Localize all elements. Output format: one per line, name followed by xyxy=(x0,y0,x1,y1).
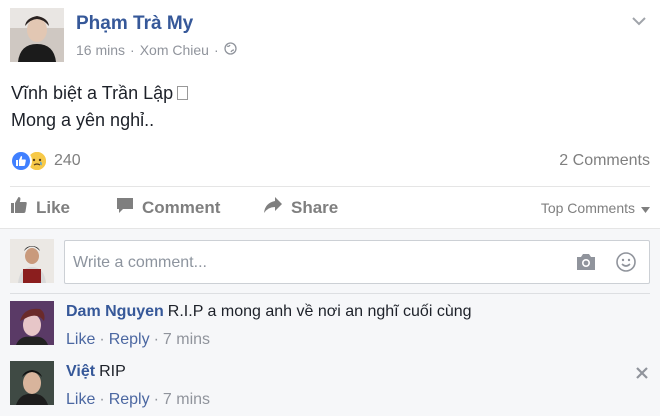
comment-action-separator: · xyxy=(99,391,105,408)
reactions-summary[interactable]: 240 xyxy=(10,150,81,172)
comments-count-link[interactable]: 2 Comments xyxy=(559,152,650,170)
smiley-icon[interactable] xyxy=(615,251,637,278)
comment-like-link[interactable]: Like xyxy=(66,391,95,408)
post-text: Vĩnh biệt a Trần Lập Mong a yên nghỉ.. xyxy=(11,80,189,134)
reaction-count[interactable]: 240 xyxy=(54,152,81,170)
comment-reply-link[interactable]: Reply xyxy=(109,331,150,348)
post-card: Phạm Trà My 16 mins · Xom Chieu · Vĩnh b… xyxy=(0,0,660,416)
author-name[interactable]: Phạm Trà My xyxy=(76,13,193,35)
speech-bubble-icon xyxy=(116,196,134,219)
post-meta: 16 mins · Xom Chieu · xyxy=(76,42,237,58)
like-button[interactable]: Like xyxy=(10,196,70,219)
comment-input[interactable] xyxy=(73,252,553,274)
comment-reply-link[interactable]: Reply xyxy=(109,391,150,408)
comment-button[interactable]: Comment xyxy=(116,196,220,219)
chevron-down-icon[interactable] xyxy=(630,12,648,30)
commenter-name[interactable]: Việt xyxy=(66,363,95,380)
comment-action-separator: · xyxy=(153,331,159,348)
thumbs-up-icon xyxy=(10,196,28,219)
post-location[interactable]: Xom Chieu xyxy=(140,42,209,58)
comment-like-link[interactable]: Like xyxy=(66,331,95,348)
post-actions: Like Comment Share Top Comments xyxy=(10,196,650,220)
comment-line: Dam Nguyen R.I.P a mong anh về nơi an ngh… xyxy=(66,303,472,321)
meta-separator-2: · xyxy=(213,42,219,58)
share-label: Share xyxy=(291,197,339,217)
close-icon[interactable] xyxy=(634,365,650,381)
comment-action-separator: · xyxy=(153,391,159,408)
commenter-name[interactable]: Dam Nguyen xyxy=(66,303,164,320)
globe-icon[interactable] xyxy=(223,42,237,58)
comments-section: Dam NguyenR.I.P a mong anh về nơi an ngh… xyxy=(0,228,660,416)
comment-composer[interactable] xyxy=(64,240,650,284)
like-label: Like xyxy=(36,197,71,217)
sort-label: Top Comments xyxy=(540,200,635,216)
post-time[interactable]: 16 mins xyxy=(76,42,125,58)
comment-label: Comment xyxy=(142,197,221,217)
divider xyxy=(10,293,650,294)
comment-actions: Like · Reply · 7 mins xyxy=(66,331,210,349)
share-button[interactable]: Share xyxy=(263,196,338,219)
commenter-avatar[interactable] xyxy=(10,301,54,345)
camera-icon[interactable] xyxy=(575,253,597,276)
meta-separator: · xyxy=(130,42,135,58)
comment-line: Việt RIP xyxy=(66,363,126,381)
like-reaction-icon xyxy=(10,150,32,172)
commenter-avatar[interactable] xyxy=(10,361,54,405)
top-comments-dropdown[interactable]: Top Comments xyxy=(541,200,650,216)
post-text-line-1: Vĩnh biệt a Trần Lập xyxy=(11,83,174,103)
comment-actions: Like · Reply · 7 mins xyxy=(66,391,210,409)
comment-action-separator: · xyxy=(99,331,105,348)
post-text-line-2: Mong a yên nghỉ.. xyxy=(11,110,155,130)
comment-text: R.I.P a mong anh về nơi an nghĩ cuối cùn… xyxy=(167,303,472,320)
comment-time[interactable]: 7 mins xyxy=(163,331,210,348)
share-arrow-icon xyxy=(263,196,283,219)
comment-text: RIP xyxy=(99,363,126,380)
divider xyxy=(10,186,650,187)
missing-glyph-icon xyxy=(177,86,189,100)
current-user-avatar xyxy=(10,239,54,283)
caret-down-icon xyxy=(641,200,650,216)
comment-time[interactable]: 7 mins xyxy=(163,391,210,408)
author-avatar[interactable] xyxy=(10,8,64,62)
